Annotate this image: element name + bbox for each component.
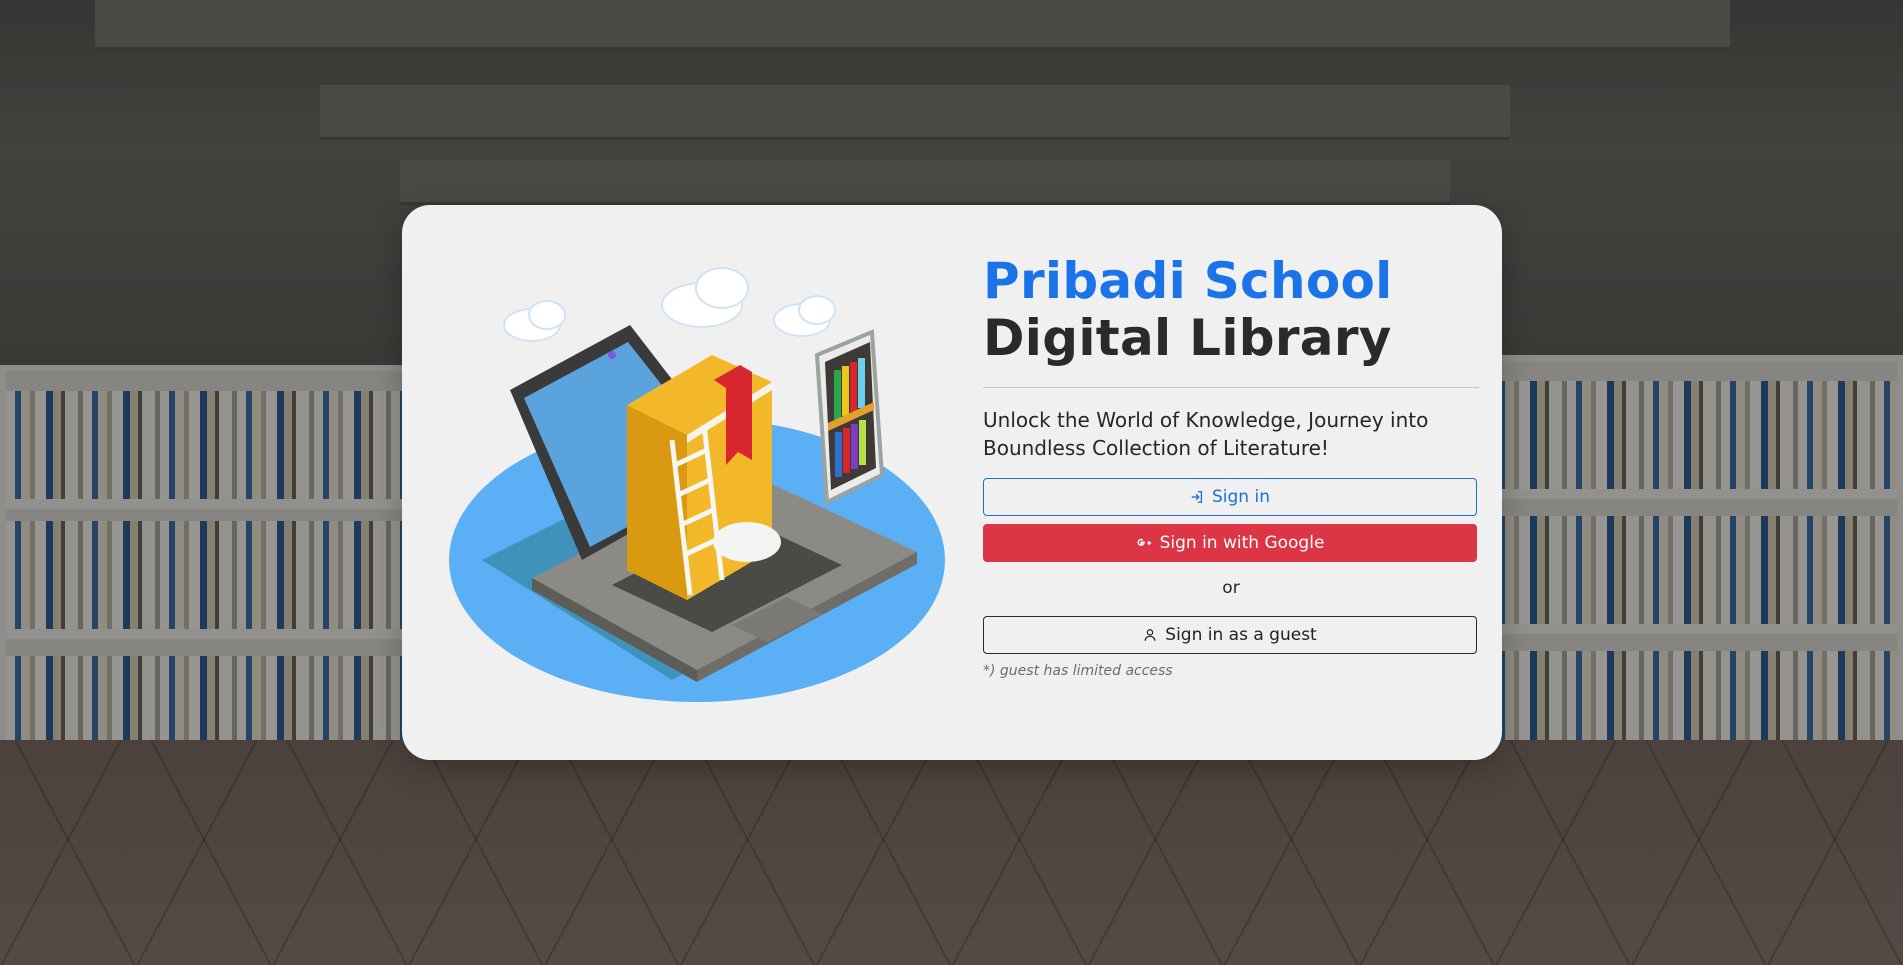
tagline: Unlock the World of Knowledge, Journey i… xyxy=(983,408,1429,460)
person-icon xyxy=(1143,628,1157,642)
login-card: Pribadi School Digital Library Unlock th… xyxy=(402,205,1502,760)
page-title: Pribadi School Digital Library xyxy=(983,253,1479,367)
title-subtitle: Digital Library xyxy=(983,309,1392,367)
divider xyxy=(983,387,1479,388)
sign-in-guest-label: Sign in as a guest xyxy=(1165,625,1317,645)
sign-in-label: Sign in xyxy=(1212,487,1270,507)
sign-in-button[interactable]: Sign in xyxy=(983,478,1477,516)
or-separator: or xyxy=(1222,578,1240,598)
login-icon xyxy=(1190,490,1204,504)
sign-in-google-button[interactable]: Sign in with Google xyxy=(983,524,1477,562)
sign-in-google-label: Sign in with Google xyxy=(1159,533,1325,553)
title-brand: Pribadi School xyxy=(983,252,1393,310)
login-panel: Pribadi School Digital Library Unlock th… xyxy=(983,253,1479,679)
sign-in-guest-button[interactable]: Sign in as a guest xyxy=(983,616,1477,654)
laptop-books-illustration xyxy=(449,267,945,702)
guest-access-note: *) guest has limited access xyxy=(983,663,1173,679)
google-plus-icon xyxy=(1136,537,1152,549)
